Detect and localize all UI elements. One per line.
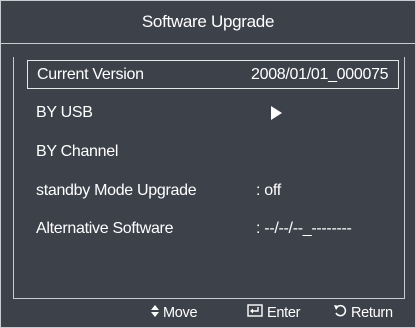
- menu-frame: [13, 57, 405, 299]
- software-upgrade-menu: Software Upgrade Current Version 2008/01…: [0, 0, 416, 328]
- move-label: Move: [163, 305, 198, 321]
- move-hint: Move: [151, 299, 198, 327]
- footer-hints: Move Enter Return: [1, 299, 415, 327]
- return-label: Return: [351, 305, 393, 321]
- menu-title: Software Upgrade: [1, 1, 415, 44]
- up-down-arrow-icon: [151, 299, 159, 327]
- enter-hint: Enter: [247, 299, 300, 327]
- return-arrow-icon: [333, 299, 347, 327]
- enter-icon: [247, 299, 263, 327]
- enter-label: Enter: [267, 305, 301, 321]
- return-hint: Return: [333, 299, 393, 327]
